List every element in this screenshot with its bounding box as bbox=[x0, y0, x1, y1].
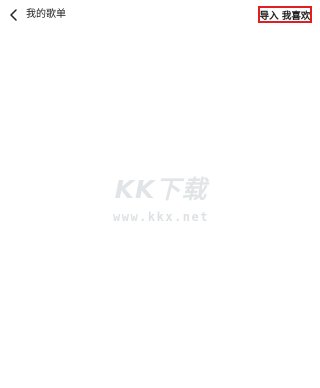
watermark-logo: KK下载 bbox=[114, 175, 208, 204]
chevron-left-icon bbox=[10, 9, 17, 21]
top-bar: 我的歌单 导入 我喜欢 bbox=[0, 0, 320, 32]
watermark: KK下载 www.kkx.net bbox=[96, 170, 226, 270]
page-title: 我的歌单 bbox=[26, 9, 66, 20]
back-button[interactable] bbox=[4, 4, 24, 26]
watermark-url: www.kkx.net bbox=[113, 210, 209, 224]
import-favorites-button[interactable]: 导入 我喜欢 bbox=[258, 6, 312, 23]
playlist-content-area: KK下载 www.kkx.net bbox=[0, 32, 320, 388]
